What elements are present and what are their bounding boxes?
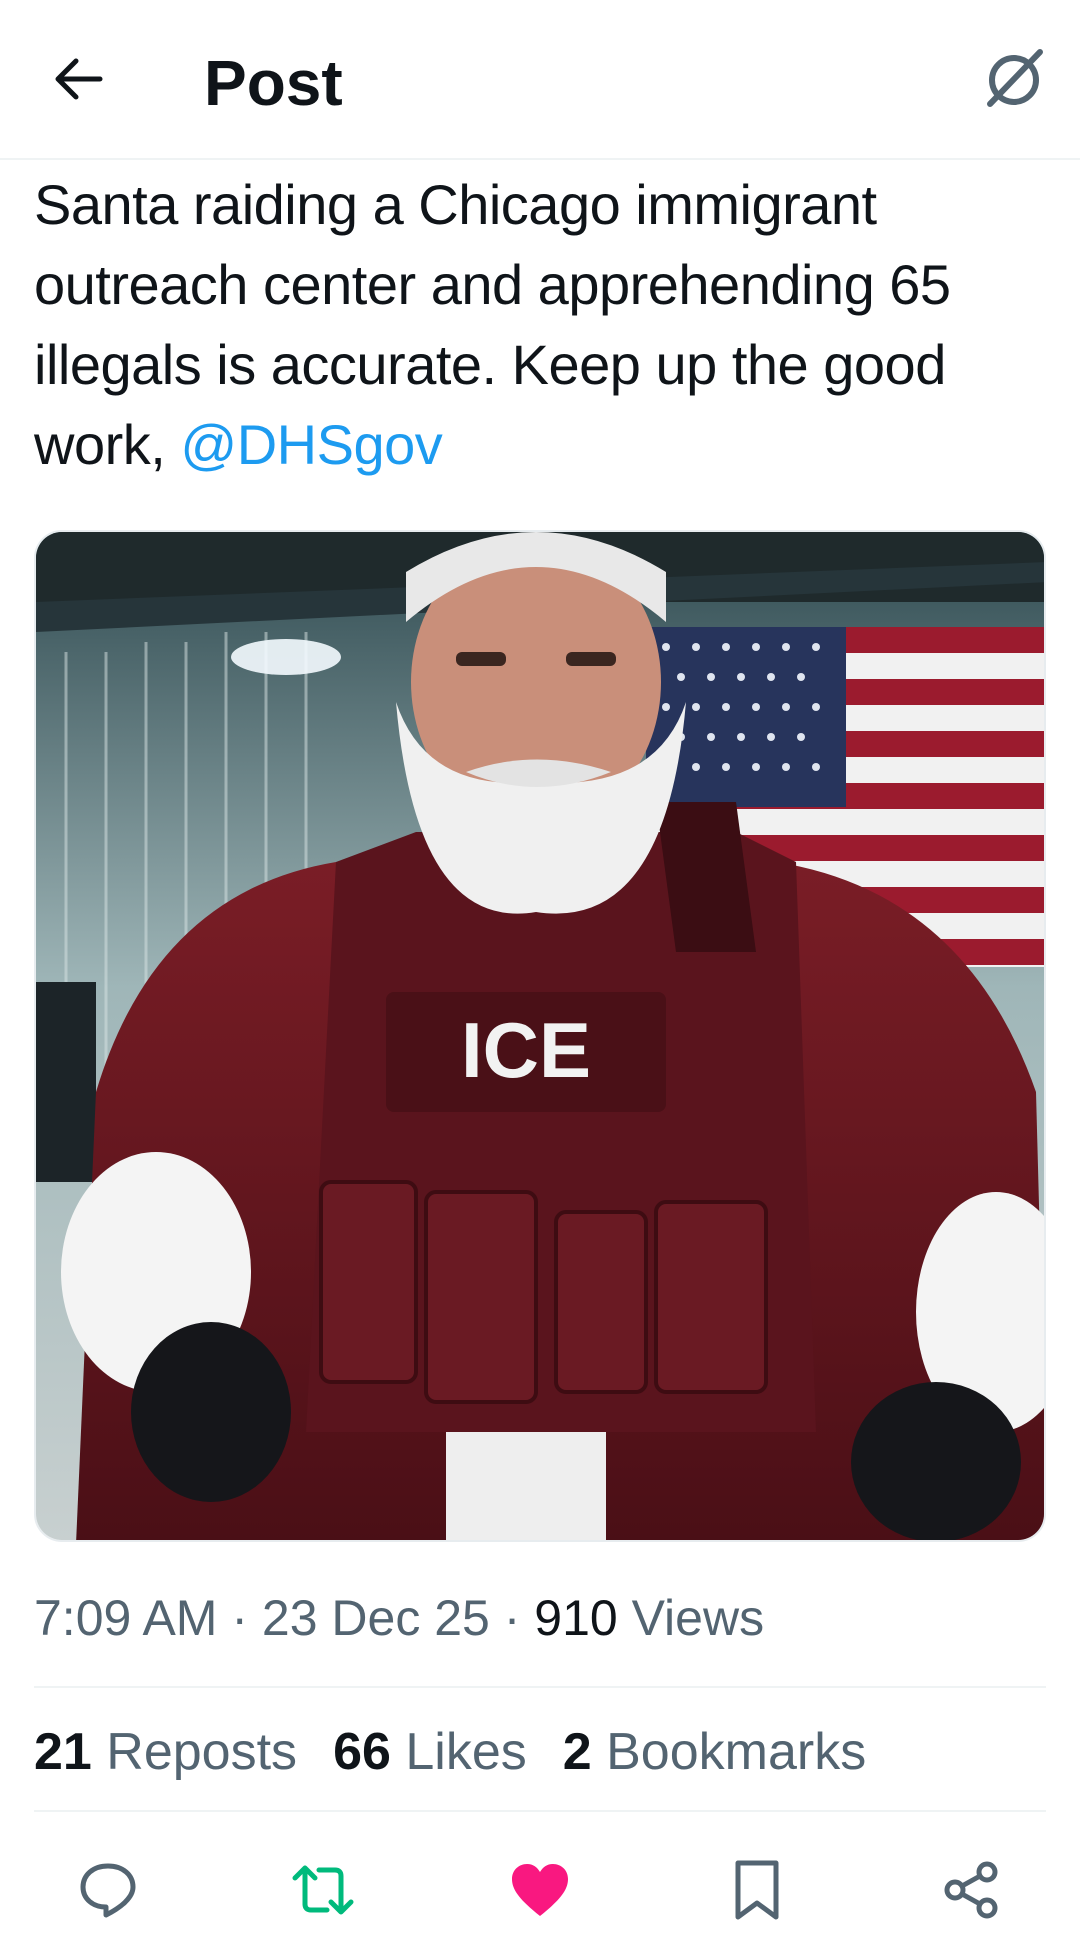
share-button[interactable] (926, 1845, 1016, 1935)
page-title: Post (204, 47, 343, 119)
separator: · (489, 1590, 535, 1646)
likes-stat[interactable]: 66 Likes (333, 1722, 527, 1782)
share-icon (944, 1861, 998, 1919)
separator: · (217, 1590, 262, 1646)
engagement-stats: 21 Reposts 66 Likes 2 Bookmarks (34, 1722, 866, 1782)
repost-icon (292, 1865, 354, 1915)
likes-count: 66 (333, 1723, 391, 1781)
post-time: 7:09 AM (34, 1590, 218, 1646)
views-count: 910 (534, 1590, 618, 1646)
action-bar (0, 1845, 1080, 1935)
heart-icon (512, 1864, 568, 1916)
back-button[interactable] (44, 44, 114, 114)
post-text: Santa raiding a Chicago immigrant outrea… (34, 165, 1044, 485)
reposts-stat[interactable]: 21 Reposts (34, 1722, 297, 1782)
arrow-left-icon (55, 58, 103, 100)
mention-link[interactable]: @DHSgov (180, 413, 442, 476)
top-bar: Post (0, 0, 1080, 160)
divider (34, 1686, 1046, 1688)
reply-button[interactable] (63, 1845, 153, 1935)
reposts-label: Reposts (91, 1723, 298, 1781)
divider (34, 1810, 1046, 1812)
bookmarks-label: Bookmarks (591, 1723, 867, 1781)
post-metadata: 7:09 AM · 23 Dec 25 · 910 Views (34, 1588, 764, 1648)
reposts-count: 21 (34, 1723, 92, 1781)
post-date: 23 Dec 25 (261, 1590, 490, 1646)
santa-ice-image: ICE (36, 532, 1044, 1540)
likes-label: Likes (390, 1723, 527, 1781)
repost-button[interactable] (278, 1845, 368, 1935)
post-body: Santa raiding a Chicago immigrant outrea… (34, 173, 951, 476)
bookmark-button[interactable] (712, 1845, 802, 1935)
bookmarks-stat[interactable]: 2 Bookmarks (563, 1722, 866, 1782)
reply-icon (80, 1863, 136, 1918)
bookmarks-count: 2 (562, 1723, 592, 1781)
svg-text:ICE: ICE (461, 1006, 591, 1094)
grok-icon (987, 49, 1043, 107)
bookmark-icon (735, 1860, 779, 1920)
post-image[interactable]: ICE (34, 530, 1046, 1542)
like-button[interactable] (495, 1845, 585, 1935)
grok-button[interactable] (976, 40, 1052, 116)
views-label: Views (617, 1590, 765, 1646)
